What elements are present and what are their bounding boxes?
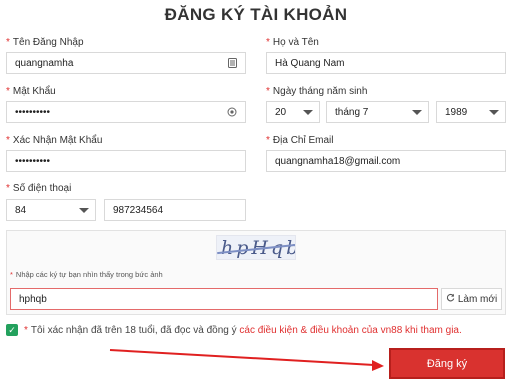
annotation-arrow (109, 349, 384, 371)
register-button[interactable]: Đăng ký (389, 348, 505, 379)
